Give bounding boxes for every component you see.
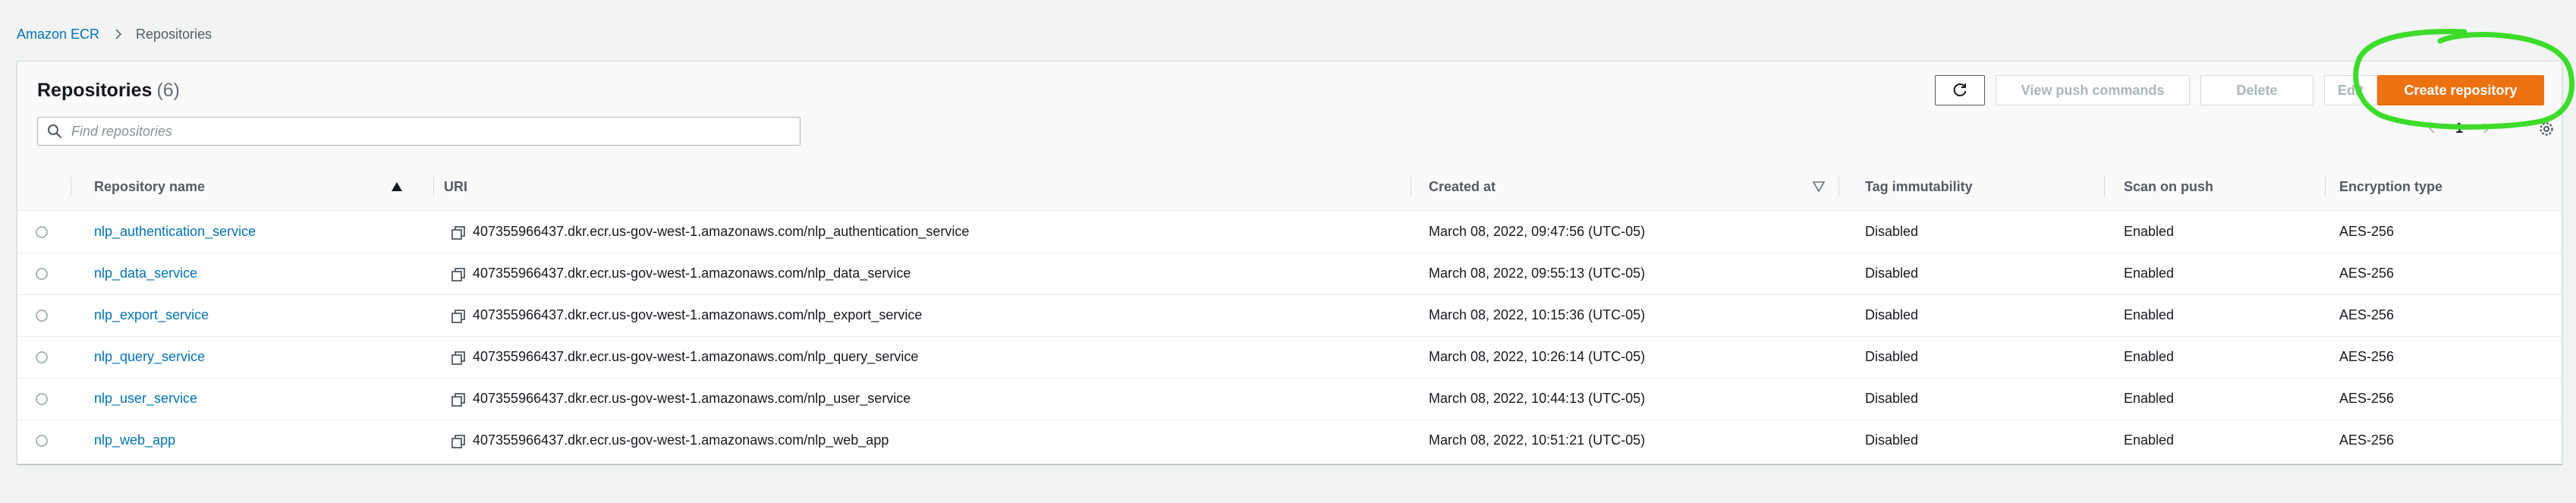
encryption-type: AES-256 xyxy=(2339,307,2395,322)
column-divider xyxy=(2104,177,2105,196)
chevron-right-icon[interactable] xyxy=(2481,123,2492,134)
page-title: Repositories (6) xyxy=(37,77,180,104)
table-header-bar: Repositories(6) View push commands Delet… xyxy=(17,61,2562,164)
repository-name-link[interactable]: nlp_web_app xyxy=(94,432,175,448)
repository-name-link[interactable]: nlp_export_service xyxy=(94,307,209,322)
pagination: 1 xyxy=(2427,116,2492,140)
column-header-repository-name[interactable]: Repository name xyxy=(94,163,205,210)
tag-immutability: Disabled xyxy=(1865,224,1919,239)
repository-name-link[interactable]: nlp_authentication_service xyxy=(94,224,256,239)
copy-icon[interactable] xyxy=(451,310,465,323)
sort-descending-icon[interactable] xyxy=(1813,181,1825,192)
repository-uri: 407355966437.dkr.ecr.us-gov-west-1.amazo… xyxy=(473,432,889,448)
row-select-radio[interactable] xyxy=(36,310,48,322)
copy-icon[interactable] xyxy=(451,435,465,448)
scan-on-push: Enabled xyxy=(2124,349,2175,364)
tag-immutability: Disabled xyxy=(1865,307,1919,322)
scan-on-push: Enabled xyxy=(2124,432,2175,448)
tag-immutability: Disabled xyxy=(1865,266,1919,281)
scan-on-push: Enabled xyxy=(2124,266,2175,281)
chevron-left-icon[interactable] xyxy=(2427,123,2437,134)
breadcrumb: Amazon ECR Repositories xyxy=(17,23,212,46)
column-divider xyxy=(433,177,434,196)
table-row: nlp_export_service 407355966437.dkr.ecr.… xyxy=(17,294,2562,337)
copy-icon[interactable] xyxy=(451,268,465,281)
column-divider xyxy=(1838,177,1839,196)
table-row: nlp_user_service 407355966437.dkr.ecr.us… xyxy=(17,378,2562,420)
search-box xyxy=(37,117,800,146)
scan-on-push: Enabled xyxy=(2124,391,2175,406)
copy-icon[interactable] xyxy=(451,393,465,407)
delete-button[interactable]: Delete xyxy=(2200,75,2313,105)
sort-ascending-icon[interactable] xyxy=(391,181,403,192)
repository-uri: 407355966437.dkr.ecr.us-gov-west-1.amazo… xyxy=(473,266,911,281)
view-push-commands-button[interactable]: View push commands xyxy=(1996,75,2190,105)
title-text: Repositories xyxy=(37,80,153,101)
copy-icon[interactable] xyxy=(451,351,465,365)
row-select-radio[interactable] xyxy=(36,393,48,405)
breadcrumb-repositories: Repositories xyxy=(136,26,212,42)
encryption-type: AES-256 xyxy=(2339,349,2395,364)
repositories-table-container: Repositories(6) View push commands Delet… xyxy=(17,61,2562,464)
encryption-type: AES-256 xyxy=(2339,391,2395,406)
row-select-radio[interactable] xyxy=(36,351,48,363)
tag-immutability: Disabled xyxy=(1865,432,1919,448)
created-at: March 08, 2022, 09:55:13 (UTC-05) xyxy=(1429,266,1646,281)
created-at: March 08, 2022, 10:51:21 (UTC-05) xyxy=(1429,432,1646,448)
tag-immutability: Disabled xyxy=(1865,391,1919,406)
repository-name-link[interactable]: nlp_data_service xyxy=(94,266,197,281)
column-header-created-at[interactable]: Created at xyxy=(1429,163,1496,210)
edit-button[interactable]: Edit xyxy=(2324,75,2377,105)
repository-uri: 407355966437.dkr.ecr.us-gov-west-1.amazo… xyxy=(473,307,923,322)
column-divider xyxy=(2325,177,2326,196)
repository-uri: 407355966437.dkr.ecr.us-gov-west-1.amazo… xyxy=(473,349,919,364)
table-head: Repository name URI Created at Tag immut… xyxy=(17,163,2562,211)
repository-name-link[interactable]: nlp_query_service xyxy=(94,349,205,364)
encryption-type: AES-256 xyxy=(2339,266,2395,281)
search-input[interactable] xyxy=(70,122,800,140)
scan-on-push: Enabled xyxy=(2124,224,2175,239)
breadcrumb-amazon-ecr[interactable]: Amazon ECR xyxy=(17,27,99,42)
page: Amazon ECR Repositories Repositories(6) xyxy=(0,0,2576,503)
created-at: March 08, 2022, 10:26:14 (UTC-05) xyxy=(1429,349,1646,364)
gear-icon[interactable] xyxy=(2538,121,2555,137)
scan-on-push: Enabled xyxy=(2124,307,2175,322)
refresh-icon xyxy=(1953,83,1967,96)
refresh-button[interactable] xyxy=(1935,75,1985,105)
row-select-radio[interactable] xyxy=(36,226,48,238)
created-at: March 08, 2022, 10:15:36 (UTC-05) xyxy=(1429,307,1646,322)
table-row: nlp_web_app 407355966437.dkr.ecr.us-gov-… xyxy=(17,420,2562,461)
create-repository-button[interactable]: Create repository xyxy=(2377,75,2544,105)
column-header-tag-immutability: Tag immutability xyxy=(1865,179,1973,194)
created-at: March 08, 2022, 09:47:56 (UTC-05) xyxy=(1429,224,1646,239)
repository-name-link[interactable]: nlp_user_service xyxy=(94,391,197,406)
repository-uri: 407355966437.dkr.ecr.us-gov-west-1.amazo… xyxy=(473,391,911,406)
chevron-right-icon xyxy=(115,29,122,39)
table-row: nlp_authentication_service 407355966437.… xyxy=(17,211,2562,253)
encryption-type: AES-256 xyxy=(2339,224,2395,239)
created-at: March 08, 2022, 10:44:13 (UTC-05) xyxy=(1429,391,1646,406)
tag-immutability: Disabled xyxy=(1865,349,1919,364)
column-header-uri: URI xyxy=(444,179,467,194)
current-page-number[interactable]: 1 xyxy=(2455,121,2463,137)
repository-uri: 407355966437.dkr.ecr.us-gov-west-1.amazo… xyxy=(473,224,970,239)
search-icon xyxy=(48,124,62,139)
row-select-radio[interactable] xyxy=(36,268,48,280)
row-select-radio[interactable] xyxy=(36,435,48,447)
column-header-encryption-type: Encryption type xyxy=(2339,179,2443,194)
encryption-type: AES-256 xyxy=(2339,432,2395,448)
column-header-scan-on-push: Scan on push xyxy=(2124,179,2214,194)
repository-count: (6) xyxy=(156,80,180,101)
copy-icon[interactable] xyxy=(451,226,465,240)
table-row: nlp_query_service 407355966437.dkr.ecr.u… xyxy=(17,336,2562,379)
table-row: nlp_data_service 407355966437.dkr.ecr.us… xyxy=(17,253,2562,295)
